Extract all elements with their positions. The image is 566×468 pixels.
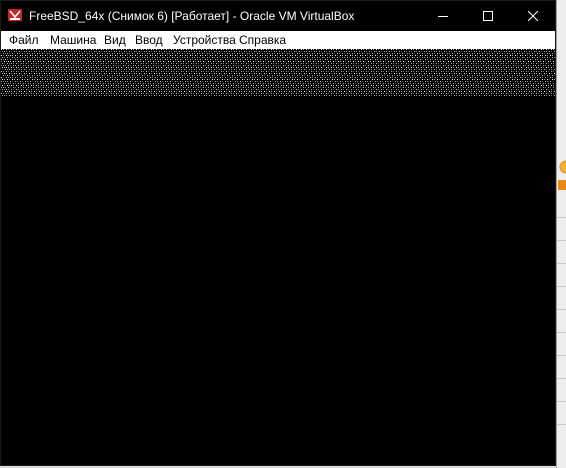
background-icon xyxy=(557,158,566,176)
garbled-row xyxy=(1,65,555,66)
background-window xyxy=(556,0,566,468)
virtualbox-icon[interactable] xyxy=(8,8,22,22)
minimize-icon xyxy=(437,11,448,21)
garbled-row xyxy=(1,75,555,76)
background-rows xyxy=(557,195,566,425)
garbled-row xyxy=(1,53,555,54)
garbled-row xyxy=(1,85,555,86)
garbled-row xyxy=(1,59,555,60)
vm-display[interactable] xyxy=(1,49,555,465)
close-icon xyxy=(527,11,538,21)
garbled-row xyxy=(1,79,555,80)
background-accent xyxy=(558,180,566,190)
garbled-row xyxy=(1,63,555,64)
close-button[interactable] xyxy=(510,1,555,31)
garbled-row xyxy=(1,61,555,62)
menu-machine[interactable]: Машина xyxy=(50,33,96,47)
garbled-row xyxy=(1,73,555,74)
garbled-row xyxy=(1,81,555,82)
menu-view[interactable]: Вид xyxy=(104,33,126,47)
title-bar[interactable]: FreeBSD_64x (Снимок 6) [Работает] - Orac… xyxy=(1,1,555,31)
garbled-row xyxy=(1,77,555,78)
garbled-row xyxy=(1,89,555,90)
maximize-button[interactable] xyxy=(465,1,510,31)
garbled-row xyxy=(1,93,555,94)
garbled-row xyxy=(1,83,555,84)
garbled-row xyxy=(1,57,555,58)
garbled-row xyxy=(1,49,555,50)
vm-garbled-output xyxy=(1,49,555,101)
minimize-button[interactable] xyxy=(420,1,465,31)
garbled-row xyxy=(1,71,555,72)
menu-bar: Файл Машина Вид Ввод Устройства Справка xyxy=(1,31,555,49)
garbled-row xyxy=(1,91,555,92)
menu-file[interactable]: Файл xyxy=(9,33,39,47)
garbled-row xyxy=(1,87,555,88)
menu-help[interactable]: Справка xyxy=(239,33,286,47)
garbled-row xyxy=(1,55,555,56)
garbled-row xyxy=(1,67,555,68)
menu-devices[interactable]: Устройства xyxy=(173,33,236,47)
menu-input[interactable]: Ввод xyxy=(135,33,163,47)
window-title: FreeBSD_64x (Снимок 6) [Работает] - Orac… xyxy=(29,9,355,23)
maximize-icon xyxy=(482,11,493,21)
garbled-row xyxy=(1,69,555,70)
garbled-row xyxy=(1,51,555,52)
garbled-row xyxy=(1,95,555,96)
virtualbox-window: FreeBSD_64x (Снимок 6) [Работает] - Orac… xyxy=(0,0,556,466)
